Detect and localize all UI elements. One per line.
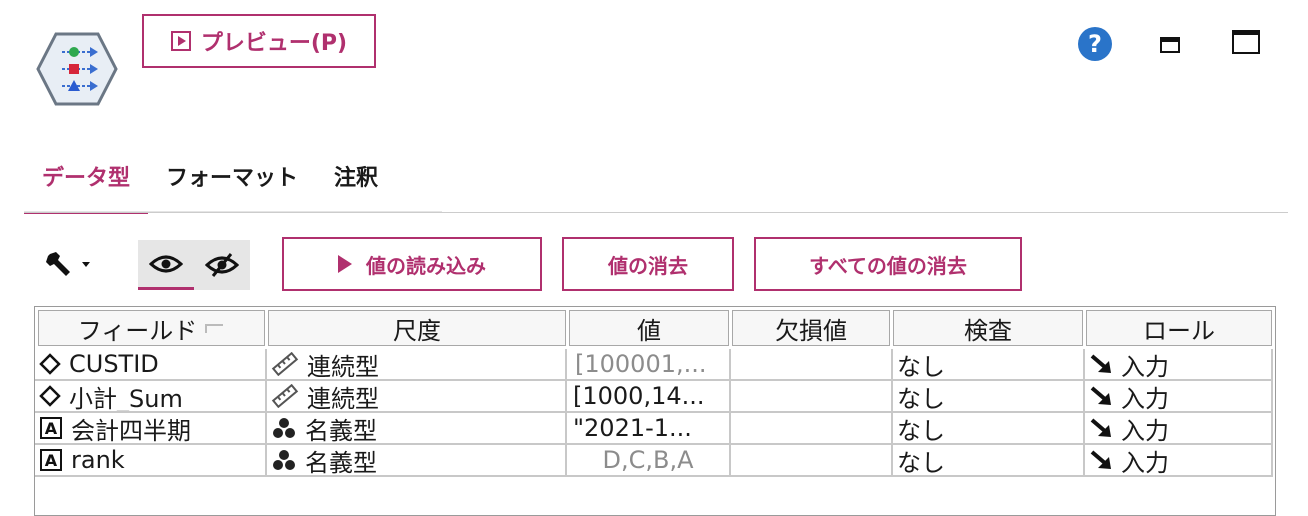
continuous-field-icon <box>39 353 61 375</box>
ruler-icon <box>271 384 299 408</box>
measure-label: 名義型 <box>305 448 377 477</box>
check-cell[interactable]: なし <box>893 413 1085 445</box>
column-header-values[interactable]: 値 <box>569 310 729 346</box>
string-field-icon: A <box>39 448 63 472</box>
help-icon[interactable]: ? <box>1078 27 1112 61</box>
table-row[interactable]: Arank 名義型 D,C,B,A なし 入力 <box>35 445 1275 477</box>
input-role-icon <box>1089 385 1113 407</box>
missing-cell[interactable] <box>731 445 893 477</box>
preview-label: プレビュー(P) <box>200 31 348 56</box>
measure-cell[interactable]: 連続型 <box>267 349 567 381</box>
role-text: 入力 <box>1121 416 1169 445</box>
clear-all-values-button[interactable]: すべての値の消去 <box>754 237 1022 291</box>
tab-data-type[interactable]: データ型 <box>24 150 149 214</box>
play-icon <box>338 255 352 273</box>
preview-icon <box>170 31 191 51</box>
nominal-icon <box>271 417 297 439</box>
missing-cell[interactable] <box>731 413 893 445</box>
nominal-icon <box>271 449 297 471</box>
role-cell[interactable]: 入力 <box>1085 381 1273 413</box>
field-cell[interactable]: Arank <box>35 445 267 477</box>
read-values-label: 値の読み込み <box>366 253 486 278</box>
field-cell[interactable]: 小計_Sum <box>35 381 267 413</box>
missing-cell[interactable] <box>731 349 893 381</box>
field-name: 小計_Sum <box>69 384 183 413</box>
table-row[interactable]: CUSTID 連続型 [100001,... なし 入力 <box>35 349 1275 381</box>
check-cell[interactable]: なし <box>893 381 1085 413</box>
field-name: rank <box>71 446 125 474</box>
role-text: 入力 <box>1121 448 1169 477</box>
hide-fields-button[interactable] <box>194 240 250 290</box>
values-cell[interactable]: "2021-1... <box>567 413 731 445</box>
measure-cell[interactable]: 連続型 <box>267 381 567 413</box>
wrench-menu-icon[interactable] <box>46 250 96 280</box>
role-text: 入力 <box>1121 384 1169 413</box>
column-header-measure[interactable]: 尺度 <box>268 310 566 346</box>
check-cell[interactable]: なし <box>893 445 1085 477</box>
values-text: "2021-1... <box>573 414 692 442</box>
check-text: なし <box>897 384 945 413</box>
measure-label: 連続型 <box>307 352 379 381</box>
preview-button[interactable]: プレビュー(P) <box>142 14 376 68</box>
values-cell[interactable]: D,C,B,A <box>567 445 731 477</box>
check-text: なし <box>897 416 945 445</box>
check-text: なし <box>897 448 945 477</box>
column-header-check[interactable]: 検査 <box>893 310 1083 346</box>
measure-label: 名義型 <box>305 416 377 445</box>
values-text: [100001,... <box>575 350 707 378</box>
column-header-field[interactable]: フィールド <box>38 310 265 346</box>
svg-text:A: A <box>45 451 58 470</box>
input-role-icon <box>1089 353 1113 375</box>
maximize-icon[interactable] <box>1232 30 1260 54</box>
ruler-icon <box>271 352 299 376</box>
input-role-icon <box>1089 417 1113 439</box>
tab-annotation[interactable]: 注釈 <box>316 150 396 202</box>
string-field-icon: A <box>39 416 63 440</box>
column-header-role[interactable]: ロール <box>1086 310 1272 346</box>
role-cell[interactable]: 入力 <box>1085 445 1273 477</box>
type-node-icon <box>36 32 118 106</box>
field-cell[interactable]: CUSTID <box>35 349 267 381</box>
clear-all-values-label: すべての値の消去 <box>809 253 967 278</box>
values-cell[interactable]: [1000,14... <box>567 381 731 413</box>
show-fields-button[interactable] <box>138 240 194 290</box>
column-header-missing[interactable]: 欠損値 <box>732 310 890 346</box>
svg-text:A: A <box>45 419 58 438</box>
role-text: 入力 <box>1121 352 1169 381</box>
values-text: D,C,B,A <box>602 446 694 474</box>
check-text: なし <box>897 352 945 381</box>
tab-divider <box>24 212 1288 213</box>
table-row[interactable]: A 会計四半期 名義型 "2021-1... なし 入力 <box>35 413 1275 445</box>
eye-icon <box>149 255 183 272</box>
sort-icon <box>205 324 224 333</box>
measure-cell[interactable]: 名義型 <box>267 445 567 477</box>
measure-cell[interactable]: 名義型 <box>267 413 567 445</box>
measure-label: 連続型 <box>307 384 379 413</box>
table-row[interactable]: 小計_Sum 連続型 [1000,14... なし 入力 <box>35 381 1275 413</box>
tab-bar: データ型 フォーマット 注釈 <box>24 150 396 214</box>
clear-values-label: 値の消去 <box>608 253 688 278</box>
minimize-icon[interactable] <box>1160 37 1180 53</box>
field-name: CUSTID <box>69 350 159 378</box>
field-name: 会計四半期 <box>71 416 191 445</box>
field-cell[interactable]: A 会計四半期 <box>35 413 267 445</box>
role-cell[interactable]: 入力 <box>1085 413 1273 445</box>
tab-format[interactable]: フォーマット <box>148 150 316 202</box>
continuous-field-icon <box>39 385 61 407</box>
values-text: [1000,14... <box>573 382 705 410</box>
missing-cell[interactable] <box>731 381 893 413</box>
field-type-table: フィールド 尺度 値 欠損値 検査 ロール CUSTID 連続型 [100001,.… <box>34 306 1276 516</box>
values-cell[interactable]: [100001,... <box>567 349 731 381</box>
clear-values-button[interactable]: 値の消去 <box>562 237 734 291</box>
read-values-button[interactable]: 値の読み込み <box>282 237 542 291</box>
role-cell[interactable]: 入力 <box>1085 349 1273 381</box>
eye-off-icon <box>205 253 239 277</box>
check-cell[interactable]: なし <box>893 349 1085 381</box>
input-role-icon <box>1089 449 1113 471</box>
